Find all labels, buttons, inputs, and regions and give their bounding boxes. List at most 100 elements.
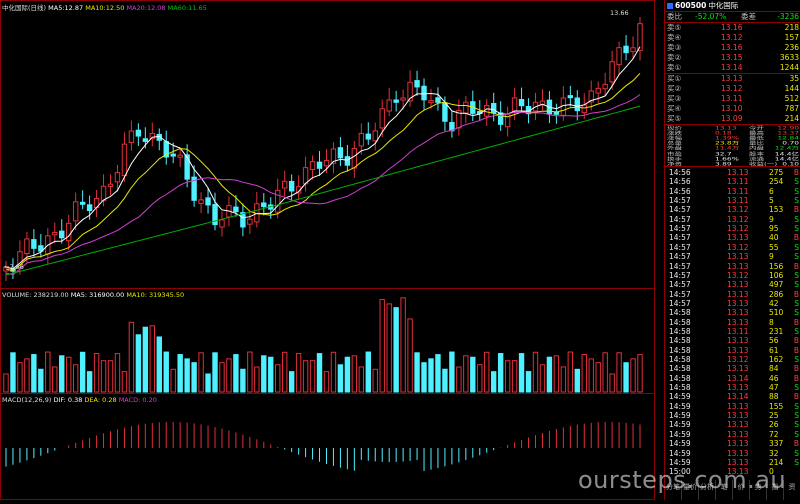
candle-body: [107, 183, 114, 187]
tick-volume: 9: [769, 214, 774, 224]
tick-volume: 9: [769, 252, 774, 262]
volume-bars: [3, 297, 643, 393]
tick-time: 14:58: [669, 373, 691, 383]
volume-bar: [560, 366, 567, 393]
volume-bar: [497, 353, 504, 393]
tick-volume: 56: [769, 336, 779, 346]
ma20-label: MA20:12.08: [126, 4, 166, 12]
bid-price: 13.12: [721, 84, 743, 93]
bid-label: 买③: [667, 94, 682, 103]
candle-body: [581, 104, 587, 114]
candle-body: [463, 101, 469, 114]
tick-time: 14:58: [669, 308, 691, 318]
candle-body: [358, 132, 365, 147]
candle-body: [135, 129, 142, 137]
volume-bar: [72, 364, 79, 393]
volume-bar: [309, 360, 316, 393]
candle-body: [393, 99, 399, 103]
volume-bar: [532, 351, 539, 393]
tick-price: 13.13: [727, 439, 749, 449]
tick-volume: 47: [769, 383, 779, 393]
volume-bar: [553, 355, 560, 393]
candle-body: [414, 80, 420, 88]
tick-volume: 25: [769, 411, 779, 421]
tick-time: 14:58: [669, 383, 691, 393]
candle-body: [170, 153, 176, 157]
candle-body: [344, 156, 351, 166]
candle-body: [128, 130, 135, 144]
volume-bar: [240, 368, 246, 393]
tick-side: S: [794, 411, 799, 421]
tick-time: 14:59: [669, 411, 691, 421]
bid-price: 13.09: [721, 114, 743, 123]
candle-body: [435, 97, 441, 103]
candle-body: [574, 97, 580, 112]
tick-side: S: [794, 270, 799, 280]
candle-body: [386, 99, 392, 112]
tick-volume: 61: [769, 345, 779, 355]
tick-price: 13.12: [727, 270, 749, 280]
volume-bar: [275, 364, 281, 393]
candle-body: [442, 102, 448, 122]
volume-bar: [79, 351, 86, 393]
candle-body: [121, 143, 128, 177]
volume-bar: [463, 355, 469, 393]
ask-volume: 3633: [779, 53, 799, 62]
chart-area[interactable]: 中化国际(日线) MA5:12.87 MA10:12.50 MA20:12.08…: [0, 0, 655, 500]
tick-price: 13.12: [727, 242, 749, 252]
volume-bar: [595, 362, 601, 393]
tick-side: B: [793, 345, 799, 355]
candle-body: [616, 47, 622, 66]
wei-cha-label: 委差: [741, 12, 756, 21]
ask-row: 卖① 13.14 1244: [665, 63, 800, 73]
volume-bar: [609, 373, 615, 393]
volume-bar: [24, 358, 30, 393]
moving-average-lines: [5, 46, 641, 276]
price-panel-border: [0, 0, 655, 289]
candle-body: [184, 154, 190, 180]
volume-bar: [518, 353, 525, 393]
tick-volume: 5: [769, 196, 774, 206]
kline-chart[interactable]: [0, 0, 655, 500]
volume-bar: [268, 356, 274, 393]
tick-price: 13.13: [727, 383, 749, 393]
candle-body: [623, 45, 629, 54]
high-price-marker: 13.66: [610, 9, 629, 17]
tick-side: B: [793, 233, 799, 243]
candle-body: [275, 189, 281, 213]
volume-bar: [45, 351, 51, 393]
bid-row: 买② 13.12 144: [665, 84, 800, 94]
bid-row: 买① 13.13 35: [665, 74, 800, 84]
volume-bar: [3, 373, 9, 393]
volume-bar: [581, 354, 587, 393]
candle-body: [316, 161, 323, 169]
tick-time: 14:59: [669, 448, 691, 458]
tick-side: S: [794, 280, 799, 290]
macd-histogram: [5, 422, 641, 471]
stat-label: 内盘: [749, 145, 764, 151]
volume-bar: [233, 354, 239, 393]
bottom-tab[interactable]: 资: [784, 480, 800, 500]
bid-volume: 787: [784, 104, 799, 113]
volume-bar: [435, 354, 441, 393]
tick-price: 13.13: [727, 289, 749, 299]
dif-label: DIF: 0.38: [53, 396, 83, 404]
volume-bar: [114, 353, 121, 393]
tick-side: S: [794, 383, 799, 393]
wei-bi-row: 委比 -52.07% 委差 -3236: [665, 12, 800, 22]
volume-bar: [414, 352, 420, 393]
volume-bar: [525, 371, 532, 393]
candle-body: [602, 83, 608, 90]
bid-label: 买⑤: [667, 114, 682, 123]
tick-side: S: [794, 429, 799, 439]
volume-bar: [630, 358, 636, 393]
bid-row: 买⑤ 13.09 214: [665, 114, 800, 124]
candle-body: [31, 239, 37, 249]
ask-row: 卖② 13.15 3633: [665, 53, 800, 63]
tick-volume: 88: [769, 392, 779, 402]
volume-bar: [365, 351, 371, 393]
volume-bar: [602, 352, 608, 393]
volume-bar: [107, 360, 114, 393]
ask-row: 卖③ 13.16 236: [665, 43, 800, 53]
tick-time: 14:57: [669, 270, 691, 280]
